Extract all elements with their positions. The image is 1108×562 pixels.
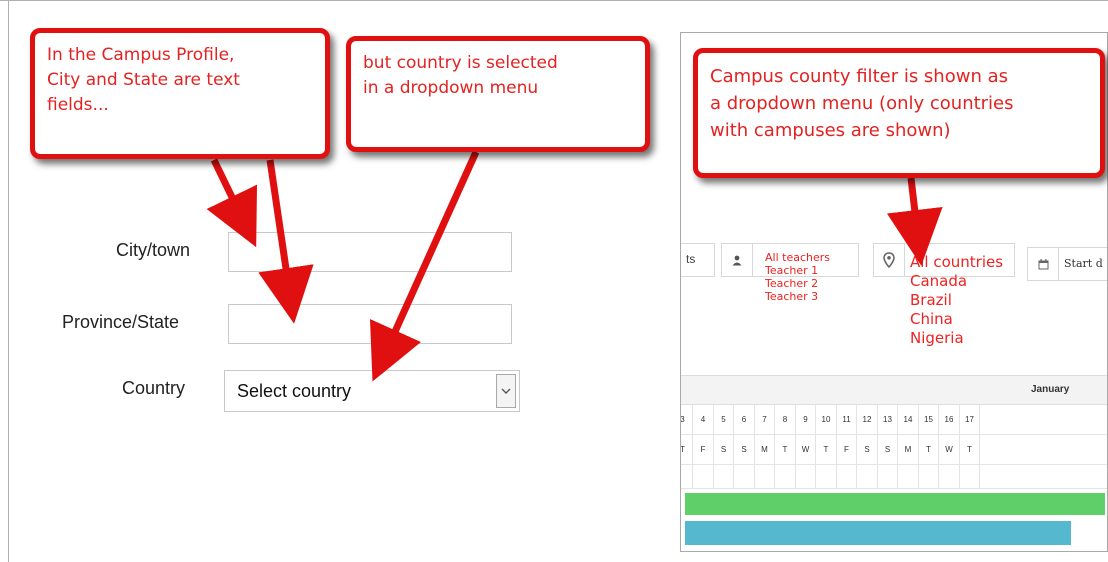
calendar-weekday-row: TFSSMTWTFSSMTWT [681,435,1107,465]
country-options: All countries Canada Brazil China Nigeri… [910,253,1003,348]
calendar-weekday-cell: F [837,435,857,464]
user-icon [722,244,753,276]
calendar-weekday-cell: M [899,435,919,464]
country-dropdown-callout: but country is selected in a dropdown me… [346,36,650,152]
calendar-empty-cell [940,465,960,488]
calendar-date-cell: 5 [714,405,734,434]
calendar-weekday-cell: M [755,435,775,464]
calendar-weekday-cell: F [694,435,714,464]
calendar-weekday-cell: W [940,435,960,464]
country-option[interactable]: Brazil [910,291,1003,310]
country-select[interactable]: Select country [224,370,520,412]
calendar-empty-cell [817,465,837,488]
calendar-month: January [1031,384,1070,395]
calendar-empty-cell [919,465,939,488]
calendar-weekday-cell: T [919,435,939,464]
province-label: Province/State [62,312,180,332]
arrow-to-city [206,158,258,248]
calendar-empty-cell [960,465,980,488]
calendar-weekday-cell: T [681,435,693,464]
calendar-weekday-cell: S [735,435,755,464]
calendar-weekday-cell: T [817,435,837,464]
calendar-date-cell: 6 [735,405,755,434]
calendar-date-cell: 16 [940,405,960,434]
campus-profile-callout: In the Campus Profile, City and State ar… [30,28,330,159]
teacher-option[interactable]: All teachers [765,251,830,264]
callout-text: In the Campus Profile, City and State ar… [47,45,240,115]
calendar-empty-cell [755,465,775,488]
calendar-empty-cell [714,465,734,488]
teacher-option[interactable]: Teacher 1 [765,264,830,277]
calendar-empty-cell [681,465,693,488]
calendar-date-cell: 12 [858,405,878,434]
calendar-date-cell: 4 [694,405,714,434]
calendar-date-cell: 7 [755,405,775,434]
teacher-option[interactable]: Teacher 3 [765,290,830,303]
calendar-date-cell: 11 [837,405,857,434]
calendar-date-cell: 9 [796,405,816,434]
start-date-filter[interactable]: Start d [1027,247,1107,281]
calendar-weekday-cell: S [714,435,734,464]
calendar-weekday-cell: S [878,435,898,464]
calendar-icon [1028,248,1059,280]
calendar-empty-cell [878,465,898,488]
callout-text: but country is selected in a dropdown me… [363,53,558,98]
chevron-down-icon[interactable] [496,374,516,408]
calendar-date-row: 3 4 5 6 7 8 9 10 11 12 13 14 15 16 17 [681,405,1107,435]
country-select-value: Select country [237,381,352,401]
province-input[interactable] [228,304,512,344]
calendar-date-cell: 10 [817,405,837,434]
timeline-bar-green[interactable] [685,493,1105,515]
calendar-header: January [681,375,1107,405]
calendar-empty-cell [858,465,878,488]
arrow-to-province [258,159,314,324]
country-label: Country [122,378,186,398]
timeline-bar-blue[interactable] [685,521,1071,545]
country-option[interactable]: All countries [910,253,1003,272]
city-label: City/town [116,240,191,260]
calendar-date-cell: 13 [878,405,898,434]
calendar-date-cell: 3 [681,405,693,434]
country-filter-callout: Campus county filter is shown as a dropd… [693,48,1105,178]
calendar-date-cell: 17 [960,405,980,434]
map-marker-icon [874,244,905,276]
calendar-empty-row [681,465,1107,489]
country-option[interactable]: China [910,310,1003,329]
calendar-empty-cell [796,465,816,488]
calendar-date-cell: 14 [899,405,919,434]
calendar-empty-cell [694,465,714,488]
calendar-weekday-cell: W [796,435,816,464]
country-option[interactable]: Nigeria [910,329,1003,348]
calendar-empty-cell [899,465,919,488]
calendar-empty-cell [776,465,796,488]
teacher-option[interactable]: Teacher 2 [765,277,830,290]
teacher-options: All teachers Teacher 1 Teacher 2 Teacher… [765,251,830,303]
calendar-weekday-cell: S [858,435,878,464]
frame-top-border [0,0,1108,1]
calendar-date-cell: 15 [919,405,939,434]
callout-text: Campus county filter is shown as a dropd… [710,66,1014,141]
frame-left-border [8,0,9,562]
calendar-weekday-cell: T [960,435,980,464]
calendar-empty-cell [837,465,857,488]
country-option[interactable]: Canada [910,272,1003,291]
partial-filter-label: ts [686,252,696,266]
calendar-weekday-cell: T [776,435,796,464]
calendar-empty-cell [735,465,755,488]
city-input[interactable] [228,232,512,272]
partial-filter-box[interactable]: ts [681,243,715,277]
calendar-date-cell: 8 [776,405,796,434]
start-date-label: Start d [1064,257,1103,270]
